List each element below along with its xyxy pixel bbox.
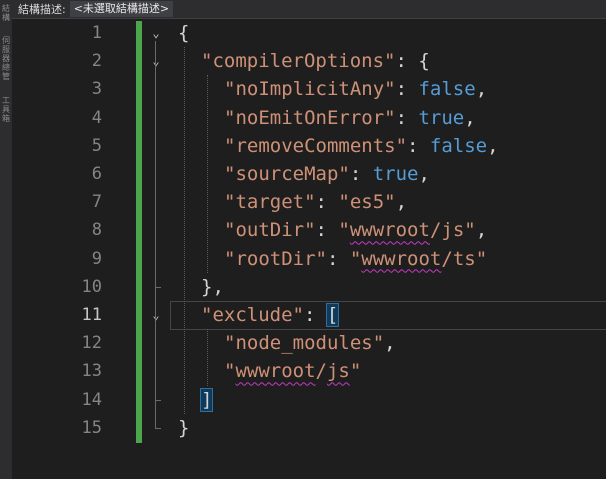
code-token: :: [349, 163, 373, 185]
code-token: ": [224, 360, 236, 383]
code-token: "rootDir": [224, 247, 327, 270]
code-token: "noEmitOnError": [224, 106, 396, 129]
code-token: [: [325, 303, 340, 327]
code-line[interactable]: "outDir": "wwwroot/js",: [224, 216, 487, 244]
code-token: ,: [395, 191, 408, 214]
code-token: ,: [475, 78, 488, 101]
line-number: 15: [81, 417, 102, 438]
code-token: {: [178, 22, 190, 44]
code-token: :: [395, 106, 419, 129]
code-token: ": [349, 247, 362, 270]
code-token: },: [201, 275, 224, 298]
code-token: "outDir": [224, 219, 316, 242]
code-token: "target": [224, 191, 316, 214]
schema-bar: 結構描述: <未選取結構描述>: [12, 0, 606, 19]
line-number: 6: [91, 164, 102, 184]
code-token: :: [315, 219, 339, 242]
line-number: 2: [91, 51, 102, 72]
code-token: "exclude": [201, 304, 304, 326]
line-number: 1: [91, 23, 102, 43]
side-tab-toolbox[interactable]: 工具箱: [1, 96, 11, 123]
code-token: :: [395, 78, 419, 101]
code-token: :: [303, 304, 327, 326]
code-token: true: [418, 106, 465, 129]
code-token: false: [429, 134, 488, 157]
line-number: 7: [91, 192, 102, 213]
code-token: :: [407, 134, 430, 157]
code-token: ": [338, 219, 350, 242]
code-token: ,: [384, 332, 396, 355]
fold-toggle-icon[interactable]: ⌄: [148, 47, 164, 75]
line-number: 8: [91, 220, 102, 241]
code-token: ,: [487, 134, 499, 157]
code-token: "node_modules": [224, 332, 385, 355]
code-token: wwwroot: [349, 219, 430, 242]
code-line[interactable]: "exclude": [: [201, 301, 340, 329]
code-line[interactable]: ]: [199, 386, 214, 414]
code-line[interactable]: "noEmitOnError": true,: [224, 104, 476, 132]
line-number: 9: [91, 248, 102, 269]
line-number: 10: [81, 276, 102, 297]
code-token: ": [349, 360, 362, 383]
line-number: 4: [91, 107, 102, 128]
code-token: /ts": [441, 247, 488, 270]
code-token: "noImplicitAny": [224, 78, 396, 101]
code-token: js: [326, 360, 350, 383]
fold-toggle-icon[interactable]: ⌄: [148, 19, 164, 47]
fold-toggle-icon[interactable]: ⌄: [148, 301, 164, 329]
code-line[interactable]: {: [178, 19, 189, 47]
code-token: wwwroot: [361, 247, 442, 270]
code-token: ,: [418, 163, 430, 185]
code-line[interactable]: },: [201, 273, 224, 301]
side-tab-server-explorer[interactable]: 伺服器總管: [1, 36, 11, 81]
code-token: "removeComments": [224, 134, 408, 157]
code-token: /: [315, 360, 327, 383]
line-number: 5: [91, 135, 102, 156]
fold-outline: [155, 41, 156, 428]
code-token: : {: [395, 50, 430, 73]
code-line[interactable]: }: [178, 414, 189, 442]
code-token: ,: [475, 219, 488, 242]
indent-guide: [207, 329, 208, 386]
fold-end-tick: [155, 427, 161, 429]
schema-label: 結構描述:: [18, 3, 66, 16]
code-line[interactable]: "wwwroot/js": [224, 357, 361, 385]
code-token: ,: [464, 106, 476, 129]
line-number: 12: [81, 333, 102, 354]
indent-guide: [184, 47, 185, 414]
line-number: 11: [81, 305, 102, 325]
code-line[interactable]: "rootDir": "wwwroot/ts": [224, 245, 487, 273]
code-token: "compilerOptions": [201, 50, 396, 73]
line-number: 3: [91, 79, 102, 100]
line-number: 14: [81, 389, 102, 410]
code-token: true: [372, 163, 419, 185]
code-token: }: [178, 416, 190, 439]
code-token: false: [418, 78, 476, 101]
code-line[interactable]: "compilerOptions": {: [201, 47, 430, 75]
line-number: 13: [81, 361, 102, 382]
code-editor[interactable]: 1 {2 "compilerOptions": { 3 "noImplicitAny":…: [12, 19, 606, 479]
code-line[interactable]: "node_modules",: [224, 329, 396, 357]
code-token: :: [315, 191, 339, 214]
indent-guide: [207, 75, 208, 273]
code-line[interactable]: "noImplicitAny": false,: [224, 75, 487, 103]
code-line[interactable]: "target": "es5",: [224, 188, 407, 216]
code-token: "sourceMap": [224, 163, 350, 185]
code-token: "es5": [338, 191, 396, 214]
code-line[interactable]: "removeComments": false,: [224, 132, 499, 160]
side-tab-structure[interactable]: 結構: [1, 4, 11, 22]
code-token: ]: [199, 387, 214, 412]
code-token: wwwroot: [235, 360, 316, 383]
code-token: /js": [429, 219, 476, 242]
schema-dropdown[interactable]: <未選取結構描述>: [69, 1, 174, 17]
code-line[interactable]: "sourceMap": true,: [224, 160, 430, 188]
code-token: :: [326, 247, 350, 270]
change-tracking-bar: [136, 21, 142, 443]
